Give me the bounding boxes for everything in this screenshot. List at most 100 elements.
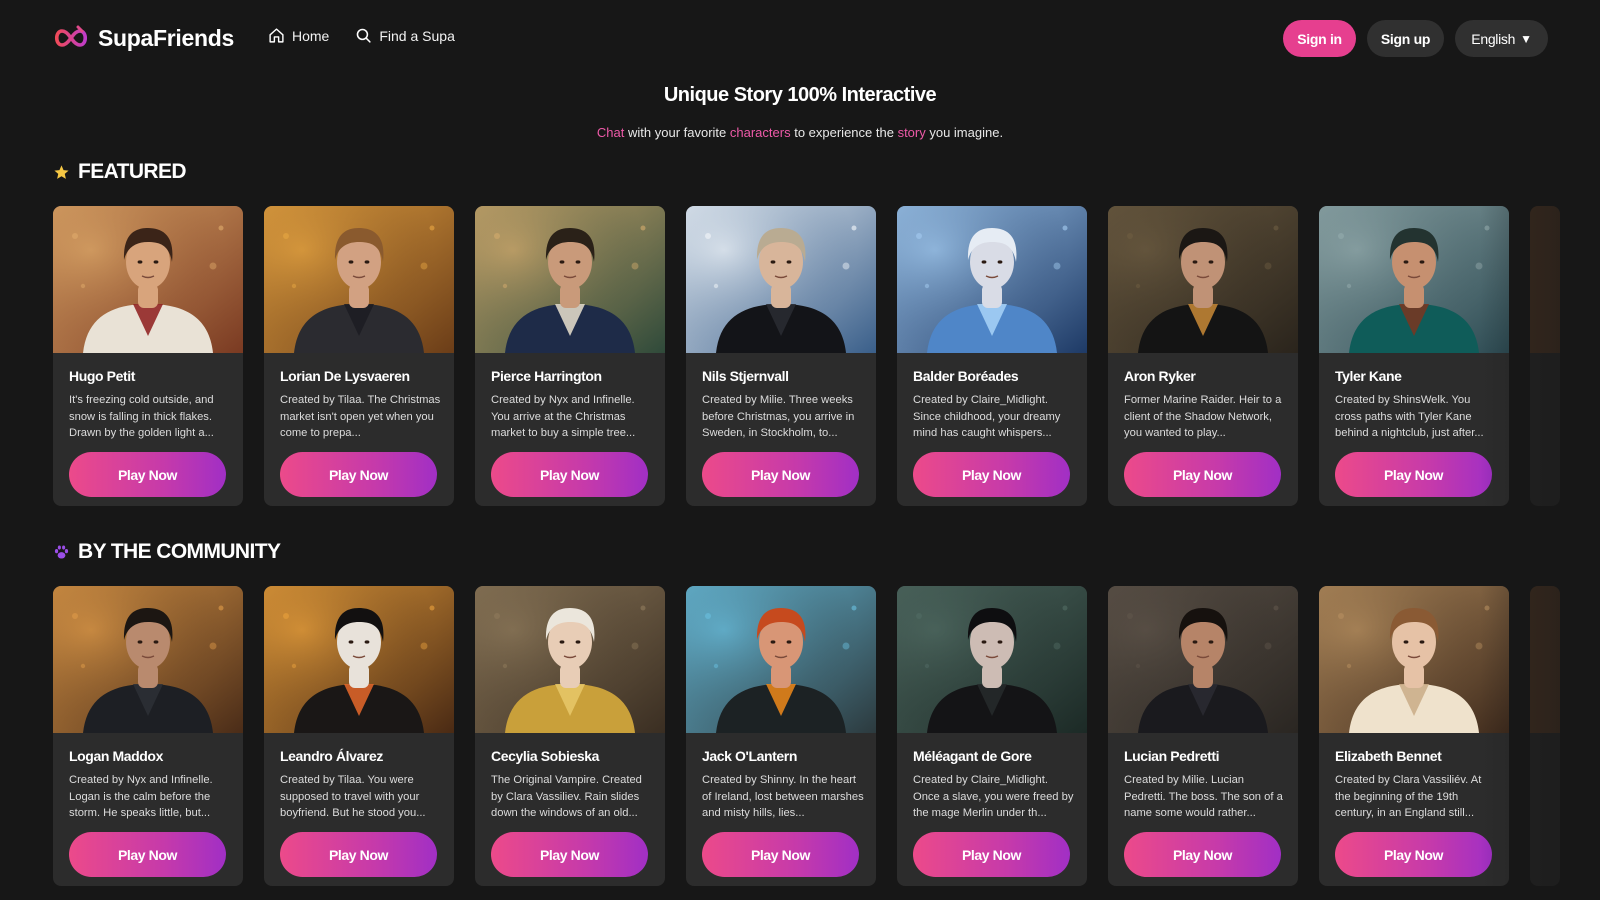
hero-sub-characters: characters xyxy=(729,125,791,140)
character-portrait xyxy=(1319,206,1509,353)
nav-find-label: Find a Supa xyxy=(379,27,455,44)
hero-subtitle: Chat with your favorite characters to ex… xyxy=(0,125,1600,140)
character-card[interactable]: Elizabeth Bennet Created by Clara Vassil… xyxy=(1319,586,1509,886)
community-card-row[interactable]: Logan Maddox Created by Nyx and Infinell… xyxy=(53,586,1600,886)
character-portrait xyxy=(475,586,665,733)
character-description: Created by Milie. Three weeks before Chr… xyxy=(702,394,855,439)
play-now-button[interactable]: Play Now xyxy=(69,832,226,877)
play-now-button[interactable]: Play Now xyxy=(1335,832,1492,877)
character-card-partial[interactable] xyxy=(1530,586,1560,886)
character-portrait xyxy=(53,586,243,733)
play-now-button[interactable]: Play Now xyxy=(913,832,1070,877)
character-thumbnail[interactable] xyxy=(1319,206,1509,353)
character-thumbnail[interactable] xyxy=(686,206,876,353)
play-now-button[interactable]: Play Now xyxy=(1124,452,1281,497)
language-select[interactable]: English ▼ xyxy=(1455,20,1548,57)
character-thumbnail[interactable] xyxy=(1530,586,1560,733)
character-portrait xyxy=(1108,206,1298,353)
character-portrait xyxy=(264,586,454,733)
character-name: Leandro Álvarez xyxy=(280,748,383,764)
play-now-button[interactable]: Play Now xyxy=(280,832,437,877)
hero-title: Unique Story 100% Interactive xyxy=(663,84,937,106)
character-portrait xyxy=(686,206,876,353)
character-name: Tyler Kane xyxy=(1335,368,1402,384)
play-now-button[interactable]: Play Now xyxy=(491,832,648,877)
character-thumbnail[interactable] xyxy=(897,206,1087,353)
community-title-label: BY THE COMMUNITY xyxy=(78,540,281,563)
character-description: It's freezing cold outside, and snow is … xyxy=(69,394,214,439)
featured-card-row[interactable]: Hugo Petit It's freezing cold outside, a… xyxy=(53,206,1600,506)
character-card[interactable]: Balder Boréades Created by Claire_Midlig… xyxy=(897,206,1087,506)
featured-title-label: FEATURED xyxy=(78,160,187,183)
character-name: Méléagant de Gore xyxy=(913,748,1032,764)
character-description: Former Marine Raider. Heir to a client o… xyxy=(1124,394,1282,439)
character-description: Created by Clara Vassiliév. At the begin… xyxy=(1335,774,1482,819)
brand-name: SupaFriends xyxy=(98,24,235,51)
character-thumbnail[interactable] xyxy=(1530,206,1560,353)
character-card[interactable]: Méléagant de Gore Created by Claire_Midl… xyxy=(897,586,1087,886)
character-card[interactable]: Aron Ryker Former Marine Raider. Heir to… xyxy=(1108,206,1298,506)
brand-logo[interactable]: SupaFriends xyxy=(52,22,234,54)
character-card[interactable]: Logan Maddox Created by Nyx and Infinell… xyxy=(53,586,243,886)
character-description: Created by ShinsWelk. You cross paths wi… xyxy=(1335,394,1484,439)
play-now-button[interactable]: Play Now xyxy=(1124,832,1281,877)
character-thumbnail[interactable] xyxy=(475,586,665,733)
play-now-button[interactable]: Play Now xyxy=(913,452,1070,497)
character-card[interactable]: Jack O'Lantern Created by Shinny. In the… xyxy=(686,586,876,886)
character-thumbnail[interactable] xyxy=(686,586,876,733)
play-now-button[interactable]: Play Now xyxy=(702,832,859,877)
character-thumbnail[interactable] xyxy=(1108,206,1298,353)
header-actions: Sign in Sign up English ▼ xyxy=(1283,20,1548,57)
sign-in-button[interactable]: Sign in xyxy=(1283,20,1356,57)
hero-sub-story: story xyxy=(897,125,926,140)
nav-find-link[interactable]: Find a Supa xyxy=(355,27,455,44)
hero-sub-chat: Chat xyxy=(596,125,625,140)
nav-home-link[interactable]: Home xyxy=(268,27,329,44)
character-portrait xyxy=(53,206,243,353)
sign-up-button[interactable]: Sign up xyxy=(1367,20,1444,57)
character-name: Pierce Harrington xyxy=(491,368,602,384)
featured-section-title: FEATURED xyxy=(53,160,187,184)
character-name: Jack O'Lantern xyxy=(702,748,797,764)
character-name: Elizabeth Bennet xyxy=(1335,748,1442,764)
character-thumbnail[interactable] xyxy=(53,206,243,353)
character-card[interactable]: Lucian Pedretti Created by Milie. Lucian… xyxy=(1108,586,1298,886)
character-card[interactable]: Cecylia Sobieska The Original Vampire. C… xyxy=(475,586,665,886)
character-card[interactable]: Pierce Harrington Created by Nyx and Inf… xyxy=(475,206,665,506)
play-now-button[interactable]: Play Now xyxy=(1335,452,1492,497)
character-card[interactable]: Tyler Kane Created by ShinsWelk. You cro… xyxy=(1319,206,1509,506)
character-thumbnail[interactable] xyxy=(897,586,1087,733)
hero-sub-text-3: you imagine. xyxy=(925,125,1004,140)
paw-icon xyxy=(54,544,69,559)
character-portrait xyxy=(1108,586,1298,733)
character-card[interactable]: Leandro Álvarez Created by Tilaa. You we… xyxy=(264,586,454,886)
character-portrait xyxy=(686,586,876,733)
character-thumbnail[interactable] xyxy=(264,206,454,353)
character-card-partial[interactable] xyxy=(1530,206,1560,506)
character-description: Created by Claire_Midlight. Once a slave… xyxy=(913,774,1074,819)
character-card[interactable]: Nils Stjernvall Created by Milie. Three … xyxy=(686,206,876,506)
infinity-logo-icon xyxy=(54,25,88,47)
character-portrait xyxy=(897,586,1087,733)
play-now-button[interactable]: Play Now xyxy=(702,452,859,497)
character-thumbnail[interactable] xyxy=(264,586,454,733)
play-now-button[interactable]: Play Now xyxy=(280,452,437,497)
character-description: Created by Nyx and Infinelle. You arrive… xyxy=(491,394,636,439)
character-name: Hugo Petit xyxy=(69,368,135,384)
play-now-button[interactable]: Play Now xyxy=(491,452,648,497)
character-description: Created by Tilaa. The Christmas market i… xyxy=(280,394,441,439)
character-thumbnail[interactable] xyxy=(53,586,243,733)
character-card[interactable]: Lorian De Lysvaeren Created by Tilaa. Th… xyxy=(264,206,454,506)
character-description: Created by Milie. Lucian Pedretti. The b… xyxy=(1124,774,1283,819)
character-card[interactable]: Hugo Petit It's freezing cold outside, a… xyxy=(53,206,243,506)
character-name: Aron Ryker xyxy=(1124,368,1196,384)
character-portrait xyxy=(475,206,665,353)
character-description: The Original Vampire. Created by Clara V… xyxy=(491,774,642,819)
character-thumbnail[interactable] xyxy=(475,206,665,353)
character-thumbnail[interactable] xyxy=(1108,586,1298,733)
character-description: Created by Tilaa. You were supposed to t… xyxy=(280,774,426,819)
character-name: Cecylia Sobieska xyxy=(491,748,599,764)
play-now-button[interactable]: Play Now xyxy=(69,452,226,497)
character-thumbnail[interactable] xyxy=(1319,586,1509,733)
search-icon xyxy=(357,28,372,43)
